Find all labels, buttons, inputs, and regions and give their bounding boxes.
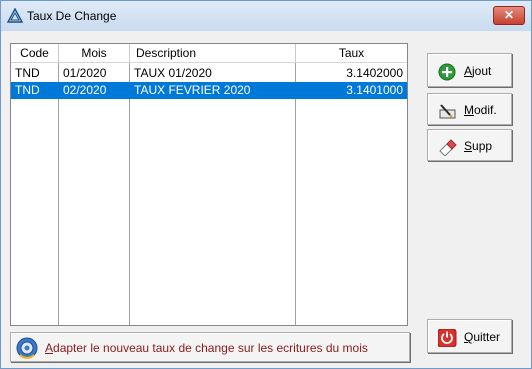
- cell-code: TND: [15, 66, 40, 80]
- list-header: Code Mois Description Taux: [11, 44, 407, 63]
- eraser-icon: [439, 139, 457, 156]
- title-bar[interactable]: Taux De Change ✕: [1, 1, 531, 31]
- cell-mois: 01/2020: [63, 66, 107, 80]
- edit-pencil-icon: [439, 104, 456, 119]
- apply-rate-button[interactable]: Adapter le nouveau taux de change sur le…: [10, 332, 410, 362]
- exchange-rate-list[interactable]: Code Mois Description Taux TND 01/2020 T…: [10, 43, 408, 326]
- power-icon: [438, 329, 457, 347]
- grid-line: [129, 63, 130, 325]
- quitter-button[interactable]: Quitter: [427, 319, 512, 353]
- cell-mois: 02/2020: [63, 83, 107, 97]
- cell-code: TND: [15, 83, 40, 97]
- modif-button[interactable]: Modif.: [427, 93, 512, 125]
- cell-taux: 3.1401000: [346, 83, 403, 97]
- column-header-code[interactable]: Code: [11, 44, 59, 63]
- ajout-label: Ajout: [464, 64, 492, 78]
- app-logo-icon: [7, 8, 23, 23]
- grid-line: [58, 63, 59, 325]
- column-header-taux[interactable]: Taux: [296, 44, 407, 63]
- cell-description: TAUX FEVRIER 2020: [134, 83, 251, 97]
- cell-description: TAUX 01/2020: [134, 66, 212, 80]
- window-client-area: Code Mois Description Taux TND 01/2020 T…: [1, 31, 531, 368]
- table-row-selected[interactable]: TND 02/2020 TAUX FEVRIER 2020 3.1401000: [11, 82, 407, 99]
- supp-button[interactable]: Supp: [427, 129, 512, 161]
- exchange-rate-window: Taux De Change ✕ Code Mois Description T…: [0, 0, 532, 369]
- cell-taux: 3.1402000: [346, 66, 403, 80]
- quitter-label: Quitter: [464, 330, 501, 344]
- gear-sync-icon: [16, 337, 38, 359]
- supp-label: Supp: [464, 139, 493, 153]
- apply-rate-label: Adapter le nouveau taux de change sur le…: [45, 341, 368, 355]
- column-header-description[interactable]: Description: [130, 44, 296, 63]
- window-title: Taux De Change: [27, 9, 117, 23]
- table-row[interactable]: TND 01/2020 TAUX 01/2020 3.1402000: [11, 65, 407, 82]
- close-button[interactable]: ✕: [493, 6, 525, 25]
- ajout-button[interactable]: Ajout: [427, 53, 512, 87]
- modif-label: Modif.: [464, 103, 497, 117]
- add-circle-icon: [438, 63, 456, 81]
- grid-line: [295, 63, 296, 325]
- column-header-mois[interactable]: Mois: [59, 44, 130, 63]
